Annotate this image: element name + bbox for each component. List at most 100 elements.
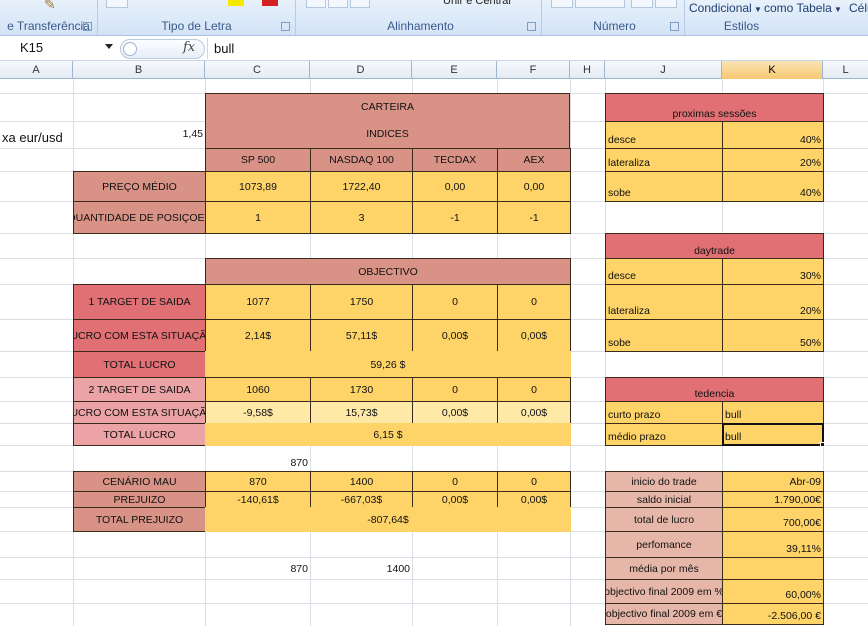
profit2-sp500[interactable]: -9,58$ xyxy=(205,401,311,424)
next-sessions-value[interactable]: 40% xyxy=(722,121,824,149)
quantity-nasdaq[interactable]: 3 xyxy=(310,201,413,234)
target2-aex[interactable]: 0 xyxy=(497,377,571,402)
avg-price-aex[interactable]: 0,00 xyxy=(497,171,571,202)
loss-label[interactable]: PREJUIZO xyxy=(73,491,206,508)
target2-nasdaq[interactable]: 1730 xyxy=(310,377,413,402)
stats-label[interactable]: total de lucro xyxy=(605,507,723,532)
worksheet-grid[interactable]: xa eur/usd 1,45 CARTEIRA INDICES SP 500 … xyxy=(0,79,868,626)
bad-scenario-label[interactable]: CENÁRIO MAU xyxy=(73,471,206,492)
stats-label[interactable]: saldo inicial xyxy=(605,491,723,508)
daytrade-label[interactable]: sobe xyxy=(605,319,723,352)
stats-label[interactable]: perfomance xyxy=(605,531,723,558)
bad-scenario-tecdax[interactable]: 0 xyxy=(412,471,498,492)
next-sessions-value[interactable]: 20% xyxy=(722,148,824,172)
loose-value-1400[interactable]: 1400 xyxy=(310,561,412,577)
column-header-a[interactable]: A xyxy=(0,61,73,79)
chevron-down-icon[interactable] xyxy=(105,44,113,49)
column-header-f[interactable]: F xyxy=(497,61,570,79)
portfolio-title[interactable]: CARTEIRA xyxy=(206,101,569,113)
header-tecdax[interactable]: TECDAX xyxy=(412,148,498,172)
next-sessions-label[interactable]: sobe xyxy=(605,171,723,202)
stats-label[interactable]: objectivo final 2009 em € xyxy=(605,603,723,625)
cells-button[interactable]: Célu xyxy=(849,1,868,15)
fill-handle[interactable] xyxy=(820,442,825,447)
target1-sp500[interactable]: 1077 xyxy=(205,284,311,320)
trend-label[interactable]: médio prazo xyxy=(605,423,723,446)
column-header-c[interactable]: C xyxy=(205,61,310,79)
selected-cell-k15[interactable]: bull xyxy=(722,423,824,446)
increase-decimal-button[interactable] xyxy=(631,0,653,8)
loss-nasdaq[interactable]: -667,03$ xyxy=(310,491,413,508)
font-color-icon[interactable] xyxy=(262,0,278,6)
stats-value[interactable]: -2.506,00 € xyxy=(722,603,824,625)
loss-tecdax[interactable]: 0,00$ xyxy=(412,491,498,508)
loss-sp500[interactable]: -140,61$ xyxy=(205,491,311,508)
bad-scenario-nasdaq[interactable]: 1400 xyxy=(310,471,413,492)
profit2-tecdax[interactable]: 0,00$ xyxy=(412,401,498,424)
daytrade-label[interactable]: lateraliza xyxy=(605,284,723,320)
loose-value-870[interactable]: 870 xyxy=(205,455,310,471)
expand-handle-icon[interactable] xyxy=(123,42,137,56)
target1-nasdaq[interactable]: 1750 xyxy=(310,284,413,320)
column-header-d[interactable]: D xyxy=(310,61,412,79)
column-header-k[interactable]: K xyxy=(722,61,823,79)
total-profit1-label[interactable]: TOTAL LUCRO xyxy=(73,351,206,378)
quantity-aex[interactable]: -1 xyxy=(497,201,571,234)
next-sessions-title[interactable]: proximas sessões xyxy=(605,93,824,122)
italic-button[interactable] xyxy=(106,0,128,8)
conditional-format-button[interactable]: Condicional ▼ xyxy=(689,1,762,15)
profit1-sp500[interactable]: 2,14$ xyxy=(205,319,311,352)
profit1-tecdax[interactable]: 0,00$ xyxy=(412,319,498,352)
dialog-launcher-icon[interactable] xyxy=(83,22,92,31)
total-profit2-value[interactable]: 6,15 $ xyxy=(205,423,571,446)
column-header-b[interactable]: B xyxy=(73,61,205,79)
dialog-launcher-icon[interactable] xyxy=(281,22,290,31)
total-profit1-value[interactable]: 59,26 $ xyxy=(205,351,571,378)
paintbrush-icon[interactable]: ✎ xyxy=(44,0,56,13)
align-right-button[interactable] xyxy=(350,0,370,8)
bad-scenario-aex[interactable]: 0 xyxy=(497,471,571,492)
target2-tecdax[interactable]: 0 xyxy=(412,377,498,402)
exchange-rate-value[interactable]: 1,45 xyxy=(74,123,205,145)
stats-value[interactable] xyxy=(722,557,824,580)
total-profit2-label[interactable]: TOTAL LUCRO xyxy=(73,423,206,446)
stats-label[interactable]: inicio do trade xyxy=(605,471,723,492)
trend-title[interactable]: tedencia xyxy=(605,377,824,402)
header-sp500[interactable]: SP 500 xyxy=(205,148,311,172)
profit1-nasdaq[interactable]: 57,11$ xyxy=(310,319,413,352)
highlight-color-icon[interactable] xyxy=(228,0,244,6)
stats-value[interactable]: 1.790,00€ xyxy=(722,491,824,508)
total-loss-label[interactable]: TOTAL PREJUIZO xyxy=(73,507,206,532)
stats-value[interactable]: 700,00€ xyxy=(722,507,824,532)
quantity-label[interactable]: QUANTIDADE DE POSIÇOES xyxy=(73,201,206,234)
stats-value[interactable]: 39,11% xyxy=(722,531,824,558)
target2-sp500[interactable]: 1060 xyxy=(205,377,311,402)
stats-label[interactable]: objectivo final 2009 em % xyxy=(605,579,723,604)
align-center-button[interactable] xyxy=(328,0,348,8)
align-left-button[interactable] xyxy=(306,0,326,8)
column-header-h[interactable]: H xyxy=(570,61,605,79)
stats-value[interactable]: Abr-09 xyxy=(722,471,824,492)
next-sessions-value[interactable]: 40% xyxy=(722,171,824,202)
stats-value[interactable]: 60,00% xyxy=(722,579,824,604)
currency-button[interactable] xyxy=(551,0,573,8)
daytrade-value[interactable]: 20% xyxy=(722,284,824,320)
target1-label[interactable]: 1 TARGET DE SAIDA xyxy=(73,284,206,320)
dialog-launcher-icon[interactable] xyxy=(527,22,536,31)
daytrade-title[interactable]: daytrade xyxy=(605,233,824,259)
avg-price-sp500[interactable]: 1073,89 xyxy=(205,171,311,202)
profit1-aex[interactable]: 0,00$ xyxy=(497,319,571,352)
next-sessions-label[interactable]: lateraliza xyxy=(605,148,723,172)
indices-title[interactable]: INDICES xyxy=(206,128,569,140)
header-aex[interactable]: AEX xyxy=(497,148,571,172)
dialog-launcher-icon[interactable] xyxy=(670,22,679,31)
trend-label[interactable]: curto prazo xyxy=(605,401,723,424)
total-loss-value[interactable]: -807,64$ xyxy=(205,507,571,532)
avg-price-label[interactable]: PREÇO MÉDIO xyxy=(73,171,206,202)
quantity-sp500[interactable]: 1 xyxy=(205,201,311,234)
column-header-l[interactable]: L xyxy=(823,61,868,79)
bad-scenario-sp500[interactable]: 870 xyxy=(205,471,311,492)
percent-button[interactable] xyxy=(575,0,625,8)
daytrade-value[interactable]: 50% xyxy=(722,319,824,352)
daytrade-label[interactable]: desce xyxy=(605,258,723,285)
